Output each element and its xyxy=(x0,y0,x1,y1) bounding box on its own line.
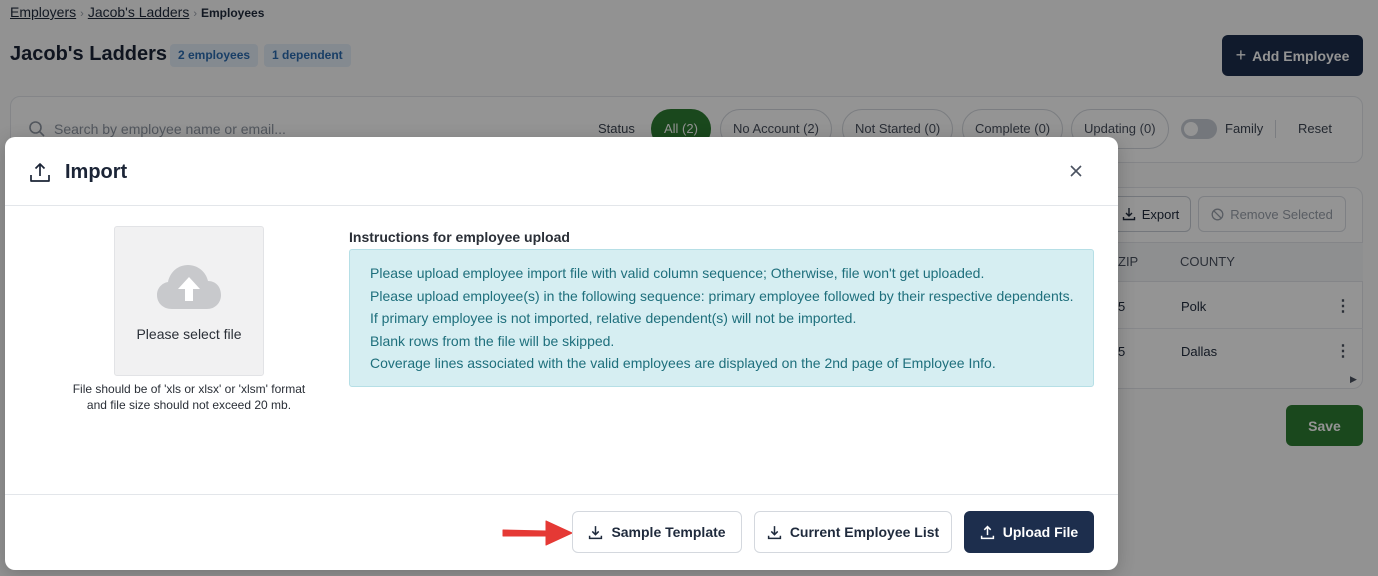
sample-template-label: Sample Template xyxy=(611,524,726,540)
download-icon xyxy=(589,525,603,539)
instruction-line: If primary employee is not imported, rel… xyxy=(370,310,857,326)
upload-icon xyxy=(30,163,50,182)
upload-file-label: Upload File xyxy=(1002,524,1079,540)
instruction-line: Coverage lines associated with the valid… xyxy=(370,355,996,371)
instructions-title: Instructions for employee upload xyxy=(349,229,570,245)
sample-template-button[interactable]: Sample Template xyxy=(572,511,742,553)
current-employee-list-button[interactable]: Current Employee List xyxy=(754,511,952,553)
instruction-line: Please upload employee(s) in the followi… xyxy=(370,287,1074,304)
close-icon[interactable] xyxy=(1069,164,1083,178)
file-format-note-line: File should be of 'xls or xlsx' or 'xlsm… xyxy=(72,382,306,396)
download-icon xyxy=(767,525,781,539)
upload-icon xyxy=(980,525,994,539)
modal-header: Import xyxy=(5,137,1118,206)
current-employee-list-label: Current Employee List xyxy=(789,524,940,540)
modal-title: Import xyxy=(65,161,128,183)
arrow-pointer-icon xyxy=(502,520,573,546)
file-format-note-line: and file size should not exceed 20 mb. xyxy=(86,398,292,412)
import-modal: Import Please select file File should be… xyxy=(5,137,1118,570)
instruction-line: Blank rows from the file will be skipped… xyxy=(370,332,615,349)
dropzone-label: Please select file xyxy=(136,326,242,342)
file-format-note: File should be of 'xls or xlsx' or 'xlsm… xyxy=(45,381,333,413)
instruction-line: Please upload employee import file with … xyxy=(370,265,985,281)
file-dropzone[interactable]: Please select file xyxy=(114,226,264,376)
upload-file-button[interactable]: Upload File xyxy=(964,511,1094,553)
instructions-box: Please upload employee import file with … xyxy=(349,249,1094,387)
cloud-upload-icon xyxy=(157,265,221,309)
